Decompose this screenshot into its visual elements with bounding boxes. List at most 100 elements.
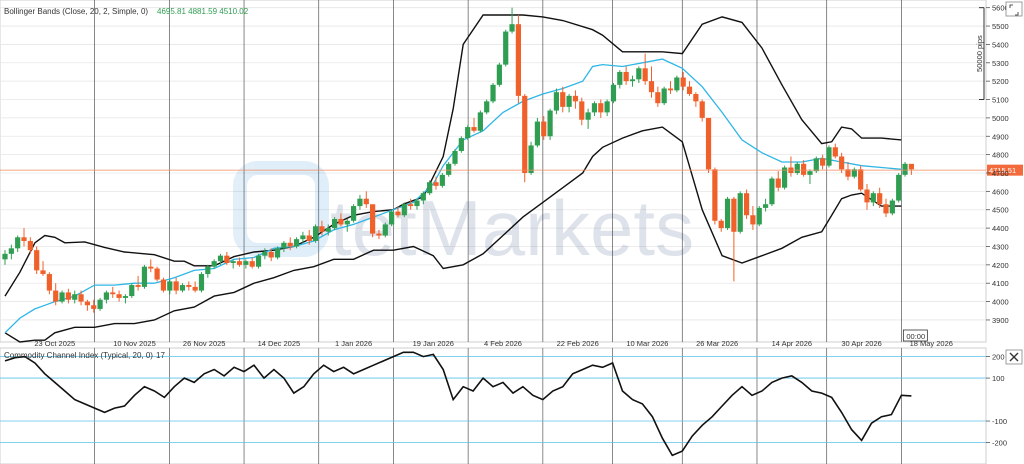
y-tick-label: 4700: [992, 169, 1009, 178]
cci-label: Commodity Channel Index (Typical, 20, 0): [4, 351, 153, 360]
candle-body: [255, 255, 262, 267]
candle-body: [148, 266, 154, 269]
candle: [781, 165, 788, 190]
candle: [674, 75, 680, 93]
candle-body: [458, 138, 464, 151]
x-tick-label: 1 Jan 2026: [335, 339, 372, 348]
candle-body: [401, 204, 407, 216]
candle-body: [705, 117, 712, 170]
cci-close-button[interactable]: [1005, 349, 1023, 365]
y-tick-label: 5100: [992, 96, 1009, 105]
x-tick-label: 26 Nov 2025: [183, 339, 226, 348]
y-tick-label: 4500: [992, 206, 1009, 215]
candle-body: [141, 266, 148, 287]
cursor-time-label: 00:00: [906, 332, 925, 341]
candle-body: [896, 174, 902, 201]
candle: [312, 224, 319, 243]
candle-body: [515, 24, 521, 96]
candle-body: [693, 94, 699, 102]
cci-tick-label: 200: [992, 353, 1005, 362]
candle-body: [750, 215, 756, 225]
y-tick-label: 5500: [992, 22, 1009, 31]
candle-body: [103, 292, 110, 300]
candle-body: [528, 145, 534, 173]
candle-body: [477, 112, 483, 131]
candle-body: [585, 112, 591, 120]
x-tick-label: 10 Nov 2025: [113, 339, 156, 348]
price-chart[interactable]: tetMarkets 4715.51 50000 pips 3900400041…: [0, 0, 1024, 464]
candle-body: [579, 101, 585, 120]
candle: [129, 283, 135, 298]
cci-tick-label: 100: [992, 374, 1005, 383]
candle-body: [217, 255, 224, 262]
candle: [610, 82, 617, 104]
candle-body: [591, 103, 598, 113]
candle-body: [293, 239, 300, 247]
candle-body: [160, 279, 167, 291]
candle-body: [344, 220, 350, 225]
candle: [737, 191, 743, 234]
candle: [446, 161, 452, 177]
candle-body: [331, 218, 338, 229]
candle-body: [230, 261, 236, 264]
candle-body: [135, 285, 141, 287]
candle: [553, 88, 560, 115]
candle: [503, 29, 509, 67]
candle-body: [572, 95, 579, 102]
candle-body: [452, 150, 458, 164]
candle-body: [2, 253, 8, 260]
candle-body: [65, 292, 71, 300]
candle: [769, 176, 775, 207]
candle-body: [319, 226, 325, 232]
candle-body: [186, 285, 192, 287]
candle: [274, 246, 281, 260]
candle: [522, 94, 528, 183]
candle: [661, 86, 667, 106]
candle-body: [560, 92, 566, 107]
y-tick-label: 4000: [992, 298, 1009, 307]
candle-body: [629, 79, 636, 82]
cci-tick-label: -100: [992, 417, 1007, 426]
candle: [496, 62, 502, 87]
candle-body: [198, 274, 205, 291]
candle: [724, 196, 731, 230]
candle: [743, 189, 750, 219]
candle-body: [167, 281, 173, 291]
candle-body: [211, 261, 217, 267]
candle-body: [414, 200, 420, 207]
x-tick-label: 30 Apr 2026: [841, 339, 881, 348]
candle-body: [338, 218, 344, 225]
candle-body: [883, 204, 889, 214]
candle: [858, 165, 864, 192]
candle-body: [490, 84, 496, 102]
candle-body: [205, 266, 211, 275]
x-tick-label: 23 Oct 2025: [34, 339, 75, 348]
candle-body: [503, 31, 509, 65]
candle-body: [680, 77, 686, 87]
candle-body: [306, 235, 312, 241]
candle-body: [72, 294, 78, 300]
candle-body: [312, 226, 319, 241]
candle-body: [769, 178, 775, 205]
candle-body: [46, 274, 52, 291]
candle-body: [718, 220, 724, 229]
cci-value: 17: [156, 351, 165, 360]
candle-body: [389, 211, 395, 225]
candle-body: [623, 71, 629, 82]
candle-body: [363, 198, 369, 205]
candle-body: [224, 255, 230, 264]
candle-body: [737, 193, 743, 232]
candle: [826, 145, 832, 168]
candle-body: [97, 299, 103, 309]
main-maximize-button[interactable]: [1005, 1, 1023, 17]
cursor-time-tag: 00:00: [902, 329, 928, 342]
candle-body: [395, 211, 401, 216]
candle-body: [807, 171, 813, 175]
candle-body: [179, 285, 186, 291]
candle-body: [446, 163, 452, 175]
candle-body: [731, 198, 737, 232]
candle: [712, 167, 718, 225]
x-tick-label: 22 Feb 2026: [557, 339, 599, 348]
candle: [439, 173, 445, 188]
candle-body: [287, 242, 293, 247]
